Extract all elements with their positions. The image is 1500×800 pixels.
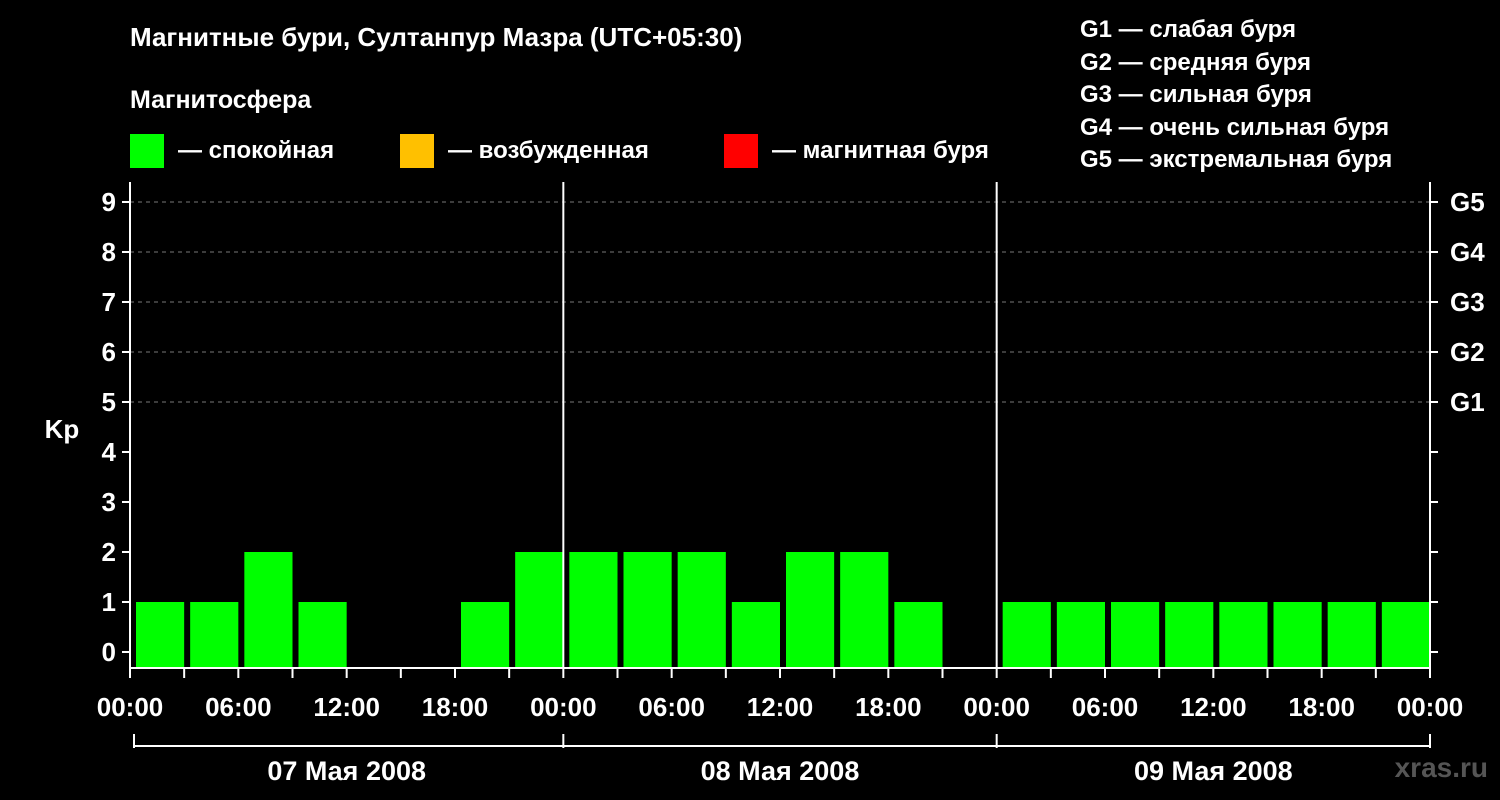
x-tick-label: 12:00 [747,692,814,722]
kp-bar [1273,602,1322,668]
y-tick-label: 2 [102,537,116,567]
y-axis-label: Kp [45,414,80,444]
x-tick-label: 12:00 [313,692,380,722]
x-tick-label: 18:00 [1288,692,1355,722]
kp-bar [1056,602,1105,668]
kp-bar [461,602,510,668]
g-level-label: G5 [1450,187,1485,217]
kp-bar [1111,602,1160,668]
x-tick-label: 00:00 [97,692,164,722]
g-level-label: G3 [1450,287,1485,317]
y-tick-label: 9 [102,187,116,217]
x-tick-label: 06:00 [1072,692,1139,722]
kp-bar [1219,602,1268,668]
kp-bar [840,552,889,668]
kp-bar [190,602,239,668]
kp-bar [623,552,672,668]
kp-bar [515,552,564,668]
kp-bar [677,552,726,668]
kp-bar [1381,602,1430,668]
g-level-label: G4 [1450,237,1485,267]
kp-bar [1165,602,1214,668]
kp-bar [731,602,780,668]
date-label: 09 Мая 2008 [1134,756,1293,786]
y-tick-label: 1 [102,587,116,617]
x-tick-label: 06:00 [205,692,272,722]
kp-bar [786,552,835,668]
watermark: xras.ru [1394,752,1488,783]
kp-bar [244,552,293,668]
x-tick-label: 00:00 [963,692,1030,722]
y-tick-label: 4 [102,437,117,467]
y-tick-label: 6 [102,337,116,367]
date-label: 08 Мая 2008 [701,756,860,786]
x-tick-label: 00:00 [530,692,597,722]
kp-bar [298,602,347,668]
y-tick-label: 5 [102,387,116,417]
y-tick-label: 8 [102,237,116,267]
y-tick-label: 7 [102,287,116,317]
kp-bar [136,602,185,668]
kp-bar [894,602,943,668]
x-tick-label: 00:00 [1397,692,1464,722]
y-tick-label: 0 [102,637,116,667]
x-tick-label: 18:00 [422,692,489,722]
g-level-label: G2 [1450,337,1485,367]
x-tick-label: 12:00 [1180,692,1247,722]
kp-bar-chart: 0 1 2 3 4 5 6 7 8 9 G1 G2 G3 G4 G5 Kp 00:00 06:00 12:00 18:… [45,182,1485,786]
kp-bar [569,552,618,668]
x-tick-label: 18:00 [855,692,922,722]
date-label: 07 Мая 2008 [267,756,426,786]
y-tick-label: 3 [102,487,116,517]
kp-bar [1002,602,1051,668]
kp-bar [1327,602,1376,668]
x-tick-label: 06:00 [638,692,705,722]
g-level-label: G1 [1450,387,1485,417]
